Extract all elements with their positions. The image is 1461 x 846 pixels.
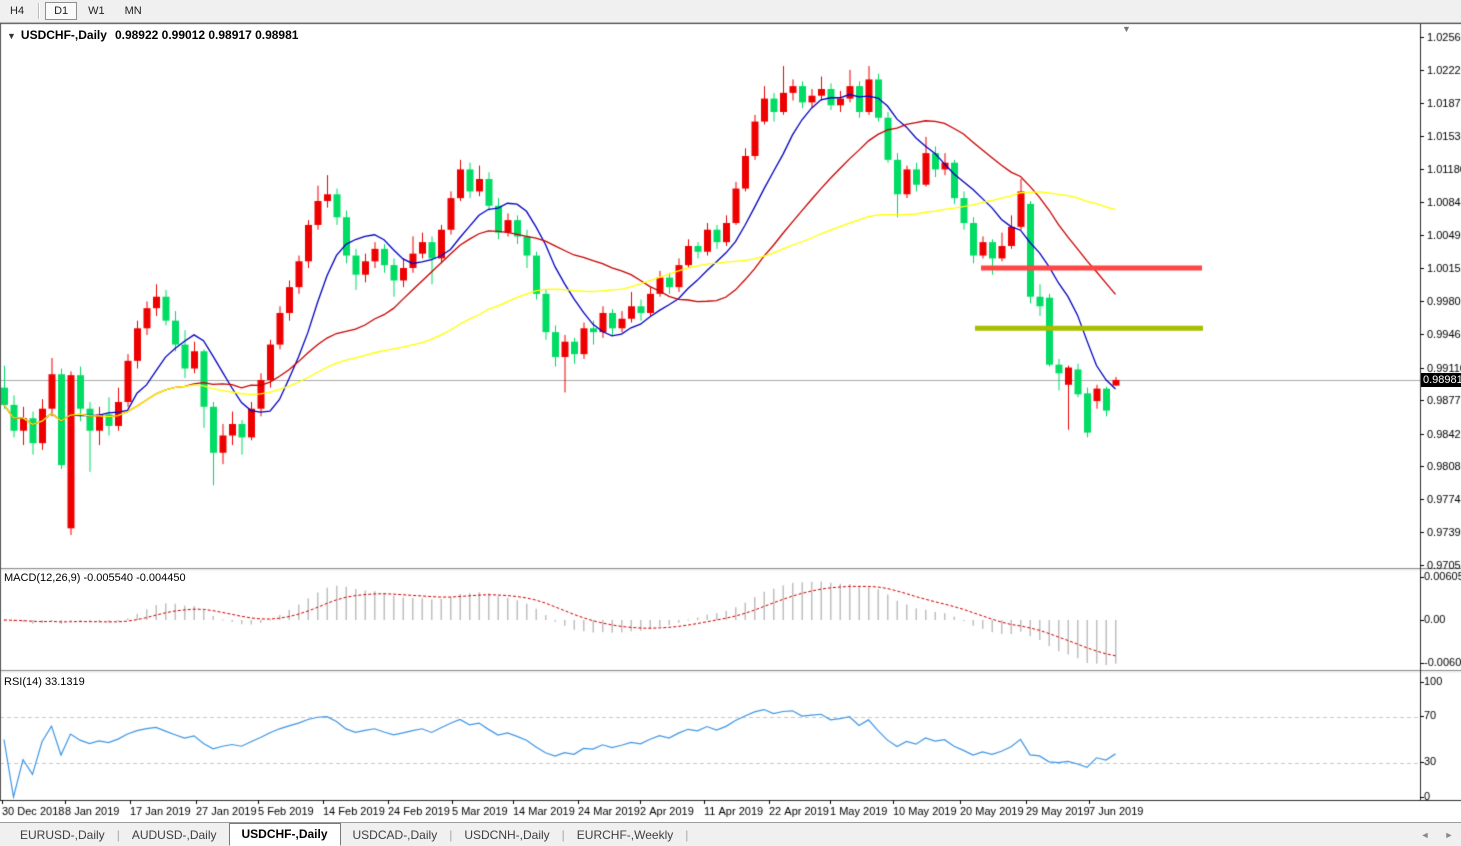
tab-usdcad-daily[interactable]: USDCAD-,Daily <box>341 825 450 846</box>
chart-canvas[interactable] <box>0 0 1461 846</box>
tab-eurusd-daily[interactable]: EURUSD-,Daily <box>8 825 117 846</box>
tab-eurchf-weekly[interactable]: EURCHF-,Weekly <box>565 825 685 846</box>
chevron-down-icon[interactable]: ▼ <box>7 31 16 41</box>
ohlc-values: 0.98922 0.99012 0.98917 0.98981 <box>115 28 299 42</box>
macd-indicator-label: MACD(12,26,9) -0.005540 -0.004450 <box>4 572 186 584</box>
left-arrow-icon: ◄ <box>1421 830 1430 840</box>
chart-title: ▼ USDCHF-,Daily 0.98922 0.99012 0.98917 0.… <box>7 28 298 42</box>
rsi-indicator-label: RSI(14) 33.1319 <box>4 676 85 688</box>
tab-usdcnh-daily[interactable]: USDCNH-,Daily <box>452 825 561 846</box>
terminal-window: H4 D1 W1 MN ▼ USDCHF-,Daily 0.98922 0.9901… <box>0 0 1461 846</box>
symbol-tab-bar: EURUSD-,Daily | AUDUSD-,Daily USDCHF-,Da… <box>0 822 1461 846</box>
right-arrow-icon: ► <box>1445 830 1454 840</box>
toolbar-separator <box>38 3 40 19</box>
chart-shift-icon[interactable]: ▼ <box>1122 24 1131 34</box>
tab-usdchf-daily[interactable]: USDCHF-,Daily <box>229 823 341 846</box>
tab-scroll-left-button[interactable]: ◄ <box>1417 827 1433 843</box>
timeframe-toolbar: H4 D1 W1 MN <box>0 0 1461 23</box>
tab-scroll-right-button[interactable]: ► <box>1441 827 1457 843</box>
timeframe-button-mn[interactable]: MN <box>116 2 151 20</box>
current-price-badge: 0.98981 <box>1421 373 1461 387</box>
tab-audusd-daily[interactable]: AUDUSD-,Daily <box>120 825 229 846</box>
timeframe-button-h4[interactable]: H4 <box>1 2 33 20</box>
timeframe-button-d1[interactable]: D1 <box>45 2 77 20</box>
tab-separator: | <box>685 828 688 842</box>
symbol-name: USDCHF-,Daily <box>21 28 107 42</box>
timeframe-button-w1[interactable]: W1 <box>79 2 114 20</box>
